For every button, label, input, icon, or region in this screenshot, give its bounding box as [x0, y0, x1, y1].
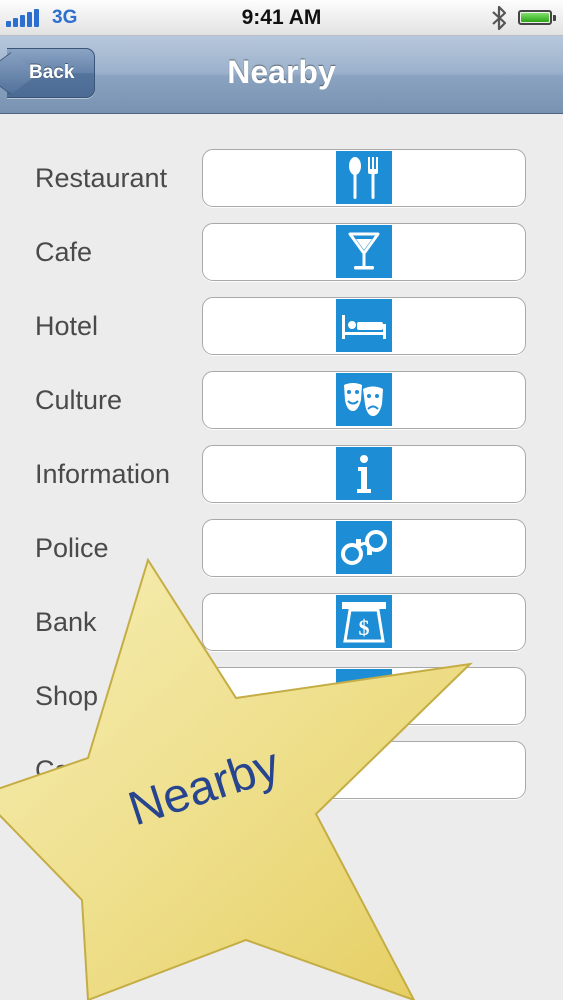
back-button-label: Back — [29, 62, 75, 83]
svg-text:$: $ — [359, 615, 370, 640]
info-icon — [336, 447, 392, 500]
bluetooth-icon — [492, 5, 507, 31]
category-list: Restaurant Cafe Hotel Culture Informatio… — [0, 114, 563, 1000]
theater-masks-icon — [336, 373, 392, 426]
row-label: Bank — [35, 607, 97, 637]
list-item-police: Police — [0, 519, 563, 579]
row-label: Police — [35, 533, 109, 563]
list-item-culture: Culture — [0, 371, 563, 431]
list-item-restaurant: Restaurant — [0, 149, 563, 209]
clock: 9:41 AM — [241, 6, 322, 29]
page-title: Nearby — [227, 54, 336, 90]
row-label: Ca — [35, 755, 70, 785]
list-item-bank: Bank $ — [0, 593, 563, 653]
row-label: Information — [35, 459, 171, 489]
bed-icon — [336, 299, 392, 352]
category-button-cafe[interactable] — [202, 223, 526, 281]
category-button-hotel[interactable] — [202, 297, 526, 355]
category-button-partial[interactable] — [202, 741, 526, 799]
category-button-restaurant[interactable] — [202, 149, 526, 207]
row-label: Hotel — [35, 311, 99, 341]
navigation-bar: Back Nearby — [0, 36, 563, 114]
battery-icon — [518, 10, 556, 25]
category-button-information[interactable] — [202, 445, 526, 503]
cocktail-icon — [336, 225, 392, 278]
list-item-cafe: Cafe — [0, 223, 563, 283]
row-label: Cafe — [35, 237, 93, 267]
list-item-information: Information — [0, 445, 563, 505]
list-item-shop: Shop — [0, 667, 563, 727]
category-button-culture[interactable] — [202, 371, 526, 429]
shop-icon — [336, 669, 392, 722]
category-button-bank[interactable]: $ — [202, 593, 526, 651]
row-label: Shop — [35, 681, 99, 711]
category-button-shop[interactable] — [202, 667, 526, 725]
list-item-hotel: Hotel — [0, 297, 563, 357]
row-label: Culture — [35, 385, 123, 415]
category-button-police[interactable] — [202, 519, 526, 577]
handcuffs-icon — [336, 521, 392, 574]
list-item-partial: Ca — [0, 741, 563, 801]
row-label: Restaurant — [35, 163, 168, 193]
restaurant-icon — [336, 151, 392, 204]
status-bar: 3G 9:41 AM — [0, 0, 563, 36]
atm-icon: $ — [336, 595, 392, 648]
